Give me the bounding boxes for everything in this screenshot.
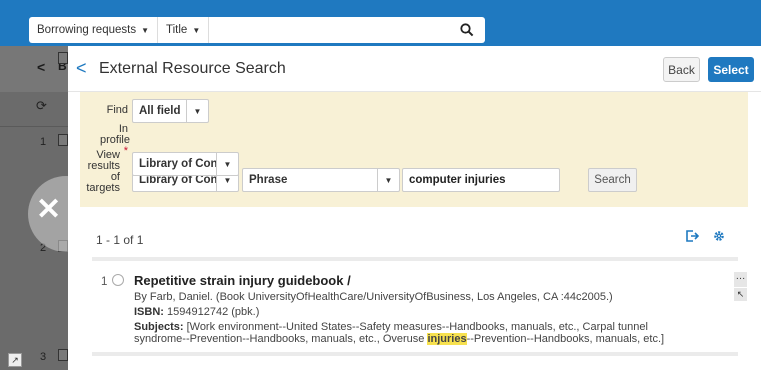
result-isbn: ISBN: 1594912742 (pbk.) xyxy=(134,306,259,318)
gear-icon[interactable] xyxy=(713,230,725,245)
background-checkbox xyxy=(58,349,68,361)
view-results-value: Library of Con xyxy=(139,158,216,170)
subjects-text: [Work environment--United States--Safety… xyxy=(186,321,648,333)
expand-icon[interactable]: ↗ xyxy=(8,353,22,367)
result-subjects-continued: syndrome--Prevention--Handbooks, manuals… xyxy=(134,333,664,345)
caret-down-icon: ▼ xyxy=(186,100,208,122)
required-mark: * xyxy=(123,145,128,157)
chevron-left-icon[interactable]: < xyxy=(76,58,87,79)
search-icon[interactable] xyxy=(449,18,485,42)
top-bar: Borrowing requests ▼ Title ▼ xyxy=(0,0,761,46)
chevron-left-icon: < xyxy=(37,59,46,75)
view-results-label: View results of targets xyxy=(86,149,120,194)
global-search-input[interactable] xyxy=(209,18,449,42)
match-type-value: Phrase xyxy=(249,174,288,186)
match-type-select[interactable]: Phrase ▼ xyxy=(242,168,400,192)
result-subjects: Subjects: [Work environment--United Stat… xyxy=(134,321,648,333)
select-button[interactable]: Select xyxy=(708,57,754,82)
result-number: 1 xyxy=(101,276,108,288)
background-checkbox xyxy=(58,134,68,146)
search-scope-label: Borrowing requests xyxy=(37,24,137,36)
subjects-text: syndrome--Prevention--Handbooks, manuals… xyxy=(134,333,428,345)
search-form: Find All field ▼ In profile * Library of… xyxy=(80,92,748,207)
in-profile-text: In profile xyxy=(100,123,130,146)
find-field-select[interactable]: All field ▼ xyxy=(132,99,209,123)
isbn-label: ISBN: xyxy=(134,306,164,318)
search-scope-dropdown[interactable]: Borrowing requests ▼ xyxy=(29,17,158,43)
caret-down-icon: ▼ xyxy=(141,25,149,35)
background-select-all-checkbox xyxy=(58,52,68,64)
find-field-value: All field xyxy=(139,105,181,117)
export-icon[interactable] xyxy=(685,229,700,246)
result-byline: By Farb, Daniel. (Book UniversityOfHealt… xyxy=(134,291,613,303)
search-field-label: Title xyxy=(166,24,188,36)
close-icon[interactable]: ✕ xyxy=(36,195,61,225)
background-row-number: 3 xyxy=(40,351,47,363)
isbn-value: 1594912742 (pbk.) xyxy=(167,306,260,318)
search-term-highlight: injuries xyxy=(427,333,467,345)
caret-down-icon: ▼ xyxy=(216,153,238,175)
result-radio[interactable] xyxy=(112,274,124,286)
divider xyxy=(92,352,738,356)
divider xyxy=(92,257,738,261)
panel-header: < External Resource Search Back Select xyxy=(68,46,761,92)
caret-down-icon: ▼ xyxy=(192,25,201,35)
more-icon[interactable]: … xyxy=(734,272,747,287)
search-button[interactable]: Search xyxy=(588,168,637,192)
pin-icon[interactable]: ↖ xyxy=(734,288,747,301)
divider xyxy=(0,126,78,127)
result-title[interactable]: Repetitive strain injury guidebook / xyxy=(134,273,351,288)
background-row-number: 1 xyxy=(40,136,47,148)
page-title: External Resource Search xyxy=(99,60,286,77)
view-results-select[interactable]: Library of Con ▼ xyxy=(132,152,239,176)
results-count: 1 - 1 of 1 xyxy=(96,233,144,247)
query-input[interactable]: computer injuries xyxy=(402,168,560,192)
back-button[interactable]: Back xyxy=(663,57,700,82)
subjects-text: --Prevention--Handbooks, manuals, etc.] xyxy=(466,333,665,345)
caret-down-icon: ▼ xyxy=(377,169,399,191)
search-field-dropdown[interactable]: Title ▼ xyxy=(158,17,210,43)
find-label: Find xyxy=(106,104,128,116)
external-resource-search-panel: < External Resource Search Back Select F… xyxy=(68,46,761,370)
refresh-icon: ⟳ xyxy=(36,98,47,113)
subjects-label: Subjects: xyxy=(134,321,184,333)
global-search: Borrowing requests ▼ Title ▼ xyxy=(29,17,485,43)
